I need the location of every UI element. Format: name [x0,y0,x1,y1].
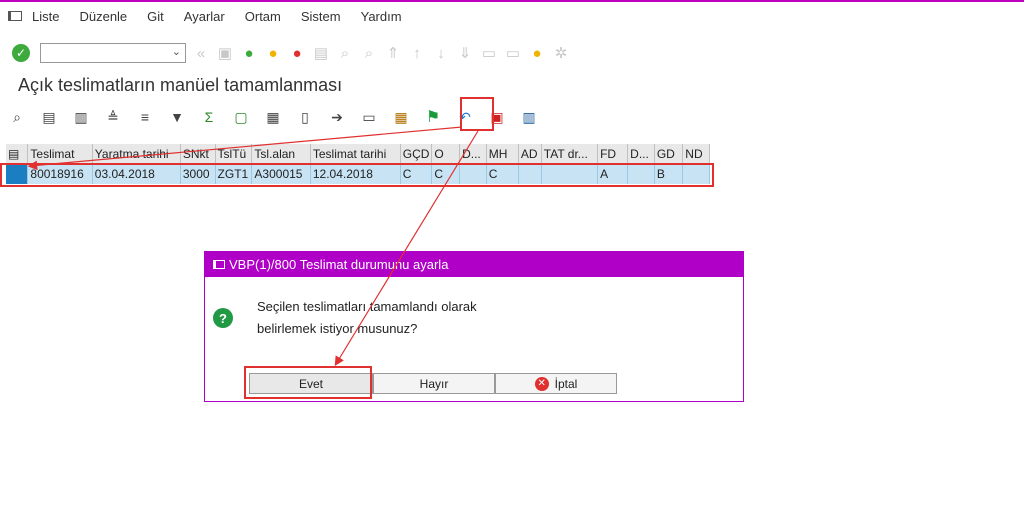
window-icon [213,260,225,269]
print-preview-icon[interactable]: ▭ [360,108,378,126]
close-icon: ✕ [534,376,549,391]
menu-git[interactable]: Git [147,9,164,24]
menu-duzenle[interactable]: Düzenle [79,9,127,24]
back-icon[interactable]: ● [240,44,258,62]
cancel-icon[interactable]: ● [288,44,306,62]
standard-toolbar: ✓ ⌄ « ▣ ● ● ● ▤ ⌕ ⌕ ⇑ ↑ ↓ ⇓ ▭ ▭ ● ✲ [0,38,1024,68]
menu-bar: Liste Düzenle Git Ayarlar Ortam Sistem Y… [0,2,1024,30]
row-highlight-box [0,163,714,187]
command-field[interactable]: ⌄ [40,43,186,63]
menu-liste[interactable]: Liste [32,9,59,24]
column-header[interactable]: FD [597,144,629,164]
word-processing-icon[interactable]: ▯ [296,108,314,126]
page-title: Açık teslimatların manüel tamamlanması [18,75,343,95]
question-icon: ? [213,308,233,328]
layout-icon[interactable]: ▦ [392,108,410,126]
local-file-icon[interactable]: ➔ [328,108,346,126]
deselect-all-icon[interactable]: ▥ [72,108,90,126]
settings-gear-icon[interactable]: ✲ [552,44,570,62]
column-header[interactable]: D... [627,144,655,164]
menu-ortam[interactable]: Ortam [245,9,281,24]
enter-check-icon[interactable]: ✓ [12,44,30,62]
column-header[interactable]: MH [486,144,519,164]
dialog-title: VBP(1)/800 Teslimat durumunu ayarla [229,257,449,272]
sort-ascending-icon[interactable]: ≜ [104,108,122,126]
export-excel-icon[interactable]: ▦ [264,108,282,126]
previous-page-icon[interactable]: ↑ [408,44,426,62]
table-header-row: ▤ Teslimat Yaratma tarihi SNkt TslTü Tsl… [6,144,710,164]
column-header[interactable]: Yaratma tarihi [92,144,181,164]
exit-icon[interactable]: ● [264,44,282,62]
find-next-icon[interactable]: ⌕ [360,44,378,62]
cancel-button[interactable]: ✕ İptal [495,373,617,394]
yes-highlight-box [244,366,372,399]
no-button[interactable]: Hayır [373,373,495,394]
column-header[interactable]: Teslimat [27,144,93,164]
column-header[interactable]: GÇD [400,144,433,164]
column-header[interactable]: TslTü [215,144,253,164]
column-header[interactable]: SNkt [180,144,216,164]
help-icon[interactable]: ● [528,44,546,62]
first-page-icon[interactable]: ⇑ [384,44,402,62]
last-page-icon[interactable]: ⇓ [456,44,474,62]
dialog-message-line2: belirlemek istiyor musunuz? [257,321,418,336]
find-icon[interactable]: ⌕ [336,44,354,62]
chevron-down-icon[interactable]: ⌄ [172,45,181,58]
dialog-titlebar[interactable]: VBP(1)/800 Teslimat durumunu ayarla [205,252,743,277]
menu-ayarlar[interactable]: Ayarlar [184,9,225,24]
print-icon[interactable]: ▤ [312,44,330,62]
columns-icon[interactable]: ▥ [520,108,538,126]
column-header[interactable]: GD [654,144,684,164]
subtotal-icon[interactable]: ▢ [232,108,250,126]
menu-icon[interactable] [8,11,22,21]
next-page-icon[interactable]: ↓ [432,44,450,62]
shortcut-icon[interactable]: ▭ [504,44,522,62]
column-header[interactable]: Teslimat tarihi [310,144,401,164]
filter-icon[interactable]: ▼ [168,108,186,126]
sort-descending-icon[interactable]: ≡ [136,108,154,126]
select-all-icon[interactable]: ▤ [40,108,58,126]
details-icon[interactable]: ⌕ [8,108,26,126]
select-column-header[interactable]: ▤ [6,144,29,164]
save-icon[interactable]: ▣ [216,44,234,62]
dialog-message-line1: Seçilen teslimatları tamamlandı olarak [257,299,477,314]
total-icon[interactable]: Σ [200,108,218,126]
green-flag-icon[interactable]: ⚑ [424,108,442,126]
column-header[interactable]: O [431,144,461,164]
cancel-button-label: İptal [554,376,578,391]
column-header[interactable]: Tsl.alan [251,144,311,164]
menu-yardim[interactable]: Yardım [361,9,402,24]
column-header[interactable]: D... [459,144,487,164]
column-header[interactable]: AD [518,144,542,164]
new-session-icon[interactable]: ▭ [480,44,498,62]
flag-highlight-box [460,97,494,131]
column-header[interactable]: TAT dr... [541,144,599,164]
menu-sistem[interactable]: Sistem [301,9,341,24]
back-double-icon[interactable]: « [192,44,210,62]
column-header[interactable]: ND [682,144,710,164]
